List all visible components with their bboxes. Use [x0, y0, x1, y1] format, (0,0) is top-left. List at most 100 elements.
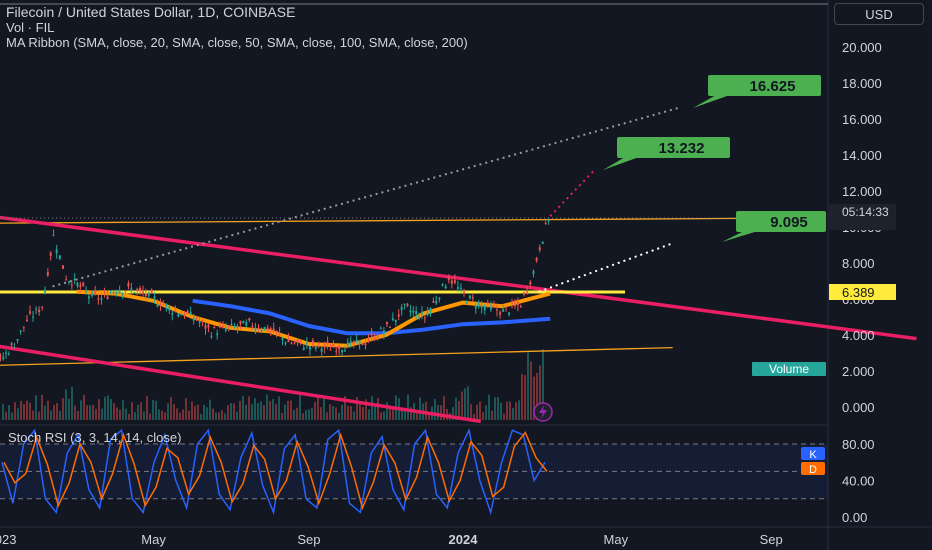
candle-body: [49, 252, 52, 256]
volume-bar: [317, 397, 319, 420]
candle-body: [544, 223, 547, 225]
candle-body: [320, 348, 323, 352]
candle-body: [287, 339, 290, 343]
candle-body: [13, 347, 16, 349]
volume-bar: [179, 412, 181, 420]
volume-bar: [194, 405, 196, 420]
candle-body: [516, 301, 519, 306]
price-tick-label: 8.000: [842, 256, 875, 271]
candle-body: [233, 326, 236, 328]
volume-bar: [101, 408, 103, 420]
candle-body: [376, 336, 379, 338]
candle-body: [195, 317, 198, 321]
volume-bar: [23, 404, 25, 420]
candle-body: [121, 292, 124, 296]
volume-bar: [50, 410, 52, 420]
volume-bar: [476, 404, 478, 420]
candle-body: [133, 292, 136, 294]
stoch-tick-label: 80.00: [842, 437, 875, 452]
price-tick-label: 20.000: [842, 40, 882, 55]
candle-body: [25, 319, 28, 322]
candle-body: [100, 298, 103, 300]
volume-bar: [308, 409, 310, 420]
candle-body: [174, 310, 177, 312]
volume-bar: [14, 402, 16, 420]
candle-body: [502, 309, 505, 312]
candle-body: [352, 341, 355, 345]
candle-body: [468, 295, 471, 299]
candle-body: [385, 321, 388, 325]
volume-bar: [311, 407, 313, 420]
volume-bar: [197, 404, 199, 420]
volume-bar: [74, 405, 76, 420]
volume-bar: [167, 403, 169, 420]
candle-body: [227, 326, 230, 328]
volume-bar: [245, 404, 247, 420]
volume-bar: [35, 395, 37, 420]
volume-bar: [437, 405, 439, 420]
volume-bar: [107, 395, 109, 420]
candle-body: [278, 332, 281, 335]
candle-body: [224, 328, 227, 331]
candle-body: [2, 357, 5, 360]
volume-bar: [230, 403, 232, 420]
volume-bar: [359, 403, 361, 420]
chart-title: Filecoin / United States Dollar, 1D, COI…: [6, 4, 296, 20]
candle-body: [67, 281, 70, 283]
candle-body: [432, 301, 435, 303]
candle-body: [58, 255, 61, 259]
candle-body: [162, 304, 165, 306]
price-tick-label: 4.000: [842, 328, 875, 343]
volume-bar: [287, 400, 289, 420]
volume-bar: [89, 405, 91, 420]
candle-body: [189, 311, 192, 315]
volume-bar: [464, 388, 466, 420]
volume-bar: [200, 413, 202, 420]
candle-body: [409, 310, 412, 313]
candle-body: [519, 306, 522, 308]
countdown-label: 05:14:33: [842, 205, 889, 219]
volume-badge-label: Volume: [769, 362, 809, 376]
candle-body: [471, 297, 474, 299]
volume-bar: [164, 412, 166, 420]
candle-body: [165, 304, 168, 307]
candle-body: [87, 296, 90, 299]
volume-bar: [404, 411, 406, 420]
candle-body: [499, 312, 502, 315]
price-chart[interactable]: 20.00018.00016.00014.00012.00010.0008.00…: [0, 0, 932, 550]
volume-bar: [71, 386, 73, 420]
candle-body: [192, 317, 195, 321]
candle-body: [168, 306, 171, 311]
volume-bar: [284, 404, 286, 420]
candle-body: [7, 354, 10, 356]
currency-selector-button[interactable]: USD: [834, 3, 924, 25]
candle-body: [538, 247, 541, 250]
price-tick-label: 18.000: [842, 76, 882, 91]
volume-bar: [347, 405, 349, 420]
volume-bar: [92, 404, 94, 420]
candle-body: [177, 313, 180, 317]
time-tick-label: Sep: [297, 532, 320, 547]
volume-bar: [482, 412, 484, 420]
candle-body: [358, 340, 361, 344]
stoch-d-label: D: [809, 464, 817, 476]
candle-body: [483, 307, 486, 310]
volume-bar: [527, 352, 529, 420]
candle-body: [338, 346, 341, 350]
volume-bar: [161, 410, 163, 420]
candle-body: [213, 327, 216, 329]
candle-body: [547, 220, 550, 222]
volume-bar: [260, 401, 262, 420]
volume-bar: [521, 373, 523, 420]
candle-body: [29, 311, 32, 314]
candle-body: [323, 345, 326, 348]
candle-body: [329, 349, 332, 351]
volume-bar: [497, 397, 499, 420]
candle-body: [281, 337, 284, 340]
candle-body: [341, 350, 344, 353]
candle-body: [450, 280, 453, 284]
time-tick-label: 2024: [449, 532, 479, 547]
volume-bar: [170, 397, 172, 420]
volume-bar: [251, 404, 253, 420]
volume-bar: [176, 408, 178, 420]
